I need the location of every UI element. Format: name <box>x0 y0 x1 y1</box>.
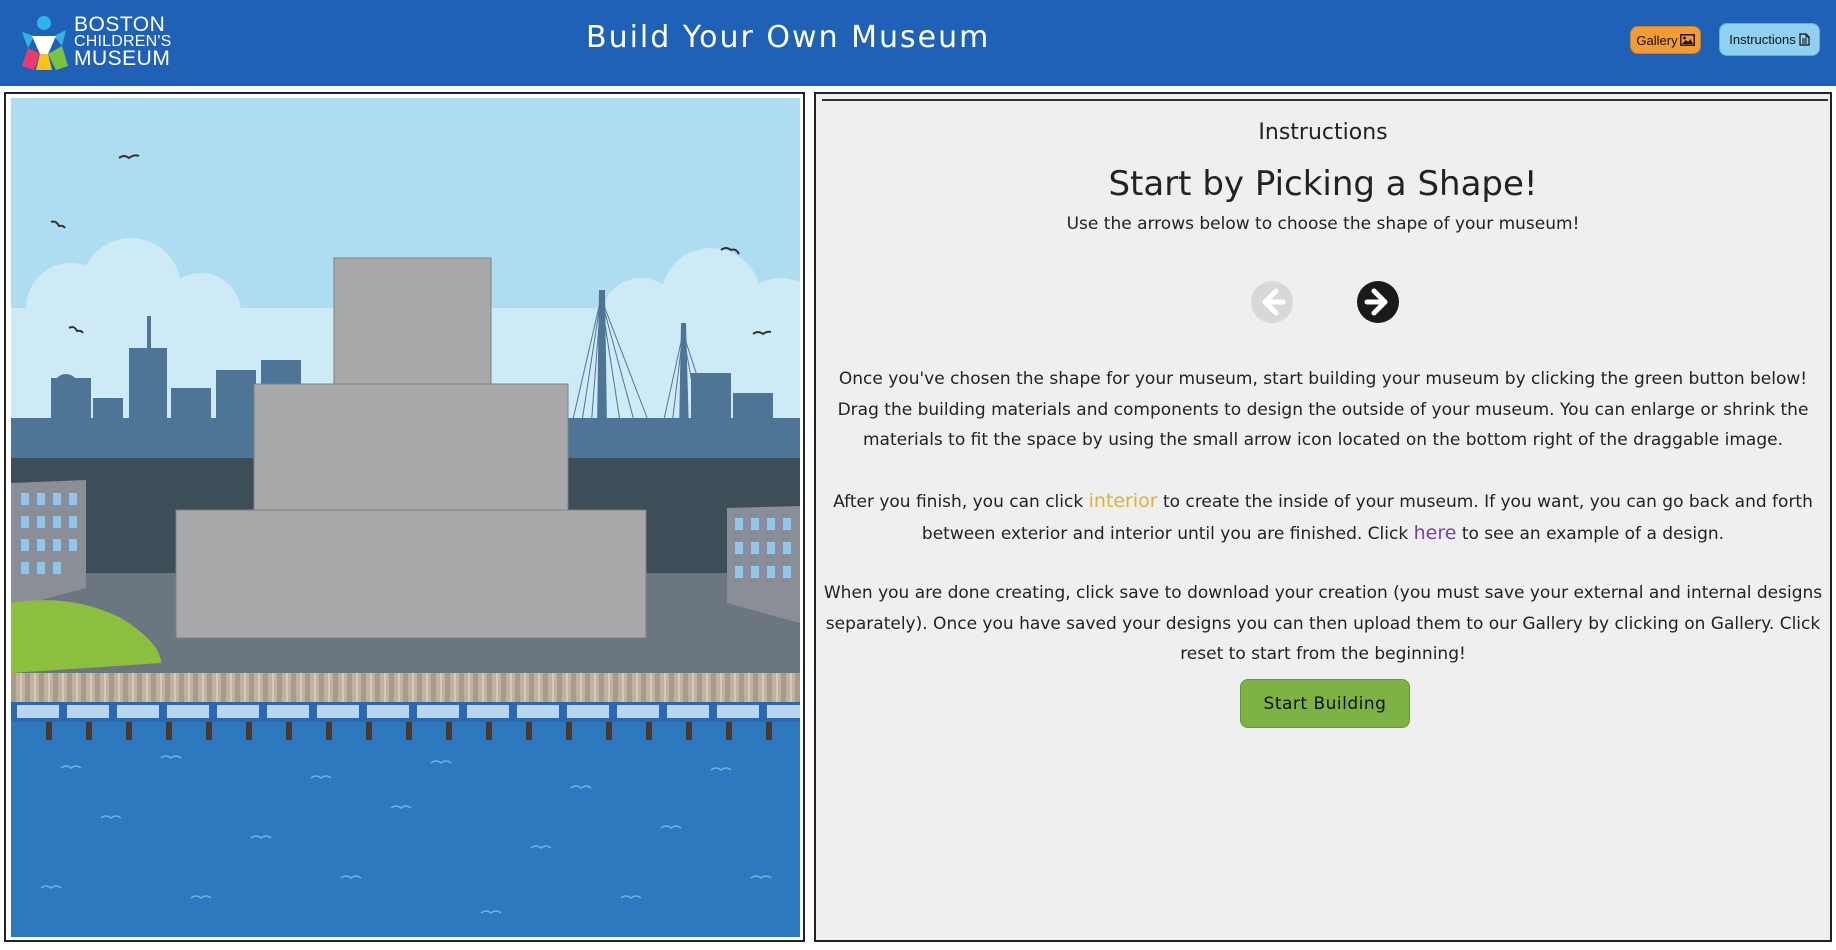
right-building <box>727 506 800 623</box>
arrow-left-circle-icon[interactable] <box>1250 280 1294 324</box>
interior-link[interactable]: interior <box>1089 490 1158 512</box>
harbor-water <box>11 722 800 937</box>
pick-shape-title: Start by Picking a Shape! <box>1108 164 1538 204</box>
document-icon <box>1799 33 1810 46</box>
instructions-button-label: Instructions <box>1729 32 1796 47</box>
logo-figure-icon <box>22 16 68 70</box>
para2-text-c: to see an example of a design. <box>1456 523 1725 544</box>
para2-text-a: After you finish, you can click <box>833 492 1089 512</box>
logo-wordmark: BOSTON CHILDREN'S MUSEUM <box>74 13 172 70</box>
instructions-button[interactable]: Instructions <box>1719 23 1820 56</box>
pick-shape-subtitle: Use the arrows below to choose the shape… <box>1066 214 1580 234</box>
left-building <box>11 480 86 608</box>
boston-childrens-museum-logo[interactable]: BOSTON CHILDREN'S MUSEUM <box>18 14 178 72</box>
start-building-button[interactable]: Start Building <box>1240 679 1410 728</box>
boardwalk <box>11 673 800 703</box>
gallery-button[interactable]: Gallery <box>1630 26 1701 54</box>
instructions-paragraph-2: After you finish, you can click interior… <box>820 486 1826 549</box>
app-title: Build Your Own Museum <box>586 20 991 55</box>
instructions-paragraph-3: When you are done creating, click save t… <box>823 583 1823 664</box>
instructions-panel: Instructions Start by Picking a Shape! U… <box>814 92 1832 942</box>
top-header: BOSTON CHILDREN'S MUSEUM Build Your Own … <box>0 0 1836 86</box>
panel-divider <box>822 99 1828 102</box>
design-canvas[interactable] <box>11 98 800 937</box>
logo-line-1: BOSTON <box>74 13 166 36</box>
instructions-paragraph-1: Once you've chosen the shape for your mu… <box>837 369 1809 450</box>
logo-line-3: MUSEUM <box>74 47 171 70</box>
image-icon <box>1679 34 1695 46</box>
gallery-button-label: Gallery <box>1636 32 1678 48</box>
example-design-link[interactable]: here <box>1414 522 1457 544</box>
design-canvas-frame <box>4 92 805 942</box>
instructions-heading: Instructions <box>1258 120 1388 145</box>
arrow-right-circle-icon[interactable] <box>1356 280 1400 324</box>
harbor-scene <box>11 98 800 937</box>
